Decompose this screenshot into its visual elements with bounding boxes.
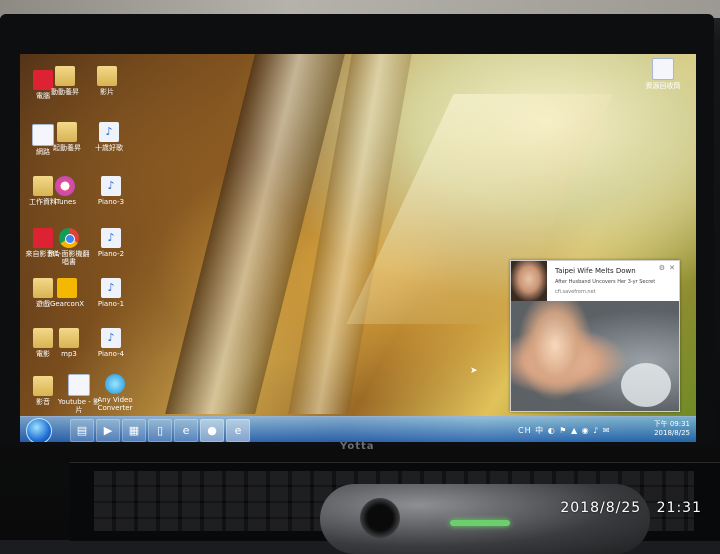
desktop-shortcut[interactable]: 影片 <box>84 66 130 96</box>
desktop-shortcut-label: Piano-1 <box>97 300 125 308</box>
close-icon[interactable]: ✕ <box>669 264 675 272</box>
desktop-shortcut-label: 影片 <box>100 88 114 96</box>
music-icon: ♪ <box>99 122 119 142</box>
photo-timestamp: 2018/8/25 21:31 <box>550 500 702 516</box>
desktop-shortcut[interactable]: ♪ 十歲好歌 <box>86 122 132 152</box>
music-icon: ♪ <box>101 176 121 196</box>
taskbar-ie-active-button[interactable]: e <box>226 419 250 442</box>
clock-date: 2018/8/25 <box>654 429 690 437</box>
taskbar: ▤ ▶ ▦ ▯ e ● e CH 中 ◐ ⚑ ▲ ◉ ♪ ✉ 下午 09:31 2018/8… <box>20 416 696 442</box>
desktop-screen[interactable]: 電腦 動動養昇 影片 網路 起動養昇 ♪ 十歲好歌 工作資料 iTunes ♪ Piano-3 來自影… <box>20 54 696 442</box>
folder-icon <box>33 376 53 396</box>
desktop-shortcut-label: Piano-4 <box>97 350 125 358</box>
notification-site: cfi.savefrom.net <box>555 289 596 295</box>
taskbar-chrome-button[interactable]: ● <box>200 419 224 442</box>
clock[interactable]: 下午 09:31 2018/8/25 <box>654 420 690 438</box>
music-icon: ♪ <box>101 228 121 248</box>
taskbar-ie-button[interactable]: e <box>174 419 198 442</box>
desktop-shortcut-label: 動動養昇 <box>51 88 79 96</box>
tray-language[interactable]: CH <box>518 426 532 435</box>
desktop-shortcut[interactable]: ♪ Piano-4 <box>88 328 134 358</box>
desktop-shortcut[interactable]: 起動養昇 <box>44 122 90 152</box>
desktop-shortcut[interactable]: Any Video Converter <box>92 374 138 412</box>
desktop-shortcut-label: Piano-2 <box>97 250 125 258</box>
music-icon: ♪ <box>101 328 121 348</box>
music-icon: ♪ <box>101 278 121 298</box>
itunes-icon <box>55 176 75 196</box>
desktop-shortcut[interactable]: iTunes <box>42 176 88 206</box>
desktop-shortcut-label: 起動養昇 <box>53 144 81 152</box>
taskbar-media-button[interactable]: ▶ <box>96 419 120 442</box>
desktop-shortcut-label: M1-面影機翻唱書 <box>48 250 90 266</box>
desktop-shortcut-label: mp3 <box>61 350 77 358</box>
status-led <box>450 520 510 526</box>
taskbar-notepad-button[interactable]: ▯ <box>148 419 172 442</box>
recycle-bin-shortcut[interactable]: 資源回收筒 <box>640 58 686 90</box>
clock-time: 下午 09:31 <box>653 420 690 428</box>
tray-icons-row: ◐ ⚑ ▲ ◉ ♪ ✉ <box>547 426 611 435</box>
desktop-shortcut-label: 十歲好歌 <box>95 144 123 152</box>
monitor-bezel: 電腦 動動養昇 影片 網路 起動養昇 ♪ 十歲好歌 工作資料 iTunes ♪ Piano-3 來自影… <box>0 14 714 446</box>
camera-lens-icon <box>360 498 400 538</box>
desktop-shortcut[interactable]: GearconX <box>44 278 90 308</box>
timestamp-date: 2018/8/25 <box>560 500 642 516</box>
webcam-device <box>320 484 650 554</box>
mouse-cursor-icon: ➤ <box>470 366 478 376</box>
gear-icon[interactable]: ⚙ <box>659 264 665 272</box>
chrome-icon <box>59 228 79 248</box>
notification-popup[interactable]: Taipei Wife Melts Down After Husband Unc… <box>510 260 680 412</box>
taskbar-clapper-button[interactable]: ▦ <box>122 419 146 442</box>
notification-thumbnail <box>511 261 547 301</box>
folder-icon <box>59 328 79 348</box>
desktop-shortcut-label: iTunes <box>54 198 76 206</box>
doc-icon <box>68 374 90 396</box>
start-button[interactable] <box>26 418 52 442</box>
desktop-shortcut[interactable]: ♪ Piano-3 <box>88 176 134 206</box>
notification-subtitle[interactable]: After Husband Uncovers Her 3-yr Secret <box>555 279 655 285</box>
folder-icon <box>97 66 117 86</box>
desktop-shortcut-label: GearconX <box>49 300 85 308</box>
gear-icon <box>57 278 77 298</box>
desktop-shortcut[interactable]: ♪ Piano-2 <box>88 228 134 258</box>
tray-ime[interactable]: 中 <box>535 426 544 435</box>
recycle-bin-label: 資源回收筒 <box>645 82 681 90</box>
recycle-bin-icon <box>652 58 674 80</box>
folder-icon <box>57 122 77 142</box>
desktop-shortcut-label: Any Video Converter <box>97 396 133 412</box>
desktop-shortcut[interactable]: M1-面影機翻唱書 <box>46 228 92 266</box>
notification-title[interactable]: Taipei Wife Melts Down <box>555 267 636 275</box>
taskbar-explorer-button[interactable]: ▤ <box>70 419 94 442</box>
timestamp-time: 21:31 <box>656 500 702 516</box>
folder-icon <box>55 66 75 86</box>
desktop-shortcut[interactable]: 動動養昇 <box>42 66 88 96</box>
video-icon <box>105 374 125 394</box>
monitor-brand: Yotta <box>340 441 375 452</box>
desktop-shortcut-label: Piano-3 <box>97 198 125 206</box>
notification-photo[interactable] <box>511 301 679 411</box>
desktop-shortcut[interactable]: ♪ Piano-1 <box>88 278 134 308</box>
system-tray[interactable]: CH 中 ◐ ⚑ ▲ ◉ ♪ ✉ <box>518 425 611 436</box>
desktop-shortcut[interactable]: mp3 <box>46 328 92 358</box>
